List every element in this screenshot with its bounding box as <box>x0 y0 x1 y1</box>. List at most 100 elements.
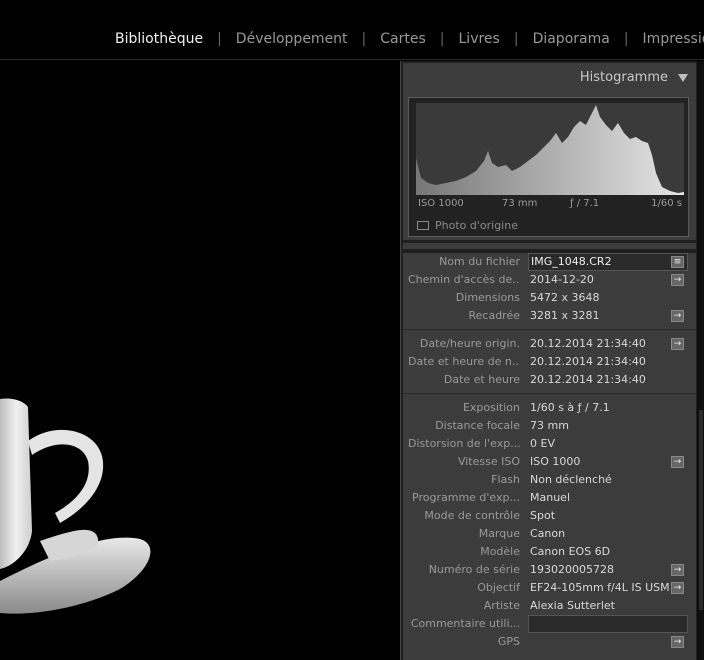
metadata-row: GPS → <box>403 633 696 651</box>
metadata-row: Commentaire utili... <box>403 615 696 633</box>
module-separator: | <box>217 31 222 47</box>
metadata-value: 73 mm <box>530 419 569 432</box>
metadata-label: Nom du fichier <box>439 255 520 268</box>
metadata-value: IMG_1048.CR2 <box>531 255 612 268</box>
list-icon[interactable]: ≡ <box>671 256 684 268</box>
photo-origin-label: Photo d'origine <box>435 219 518 232</box>
metadata-value: 193020005728 <box>530 563 614 576</box>
metadata-row: Date et heure de n... 20.12.2014 21:34:40 <box>403 353 696 371</box>
metadata-value: 20.12.2014 21:34:40 <box>530 337 646 350</box>
histogram-aperture: ƒ / 7.1 <box>570 198 600 209</box>
metadata-row: Dimensions 5472 x 3648 <box>403 289 696 307</box>
histogram-curve <box>416 105 684 195</box>
metadata-label: Commentaire utili... <box>410 617 520 630</box>
module-0[interactable]: Bibliothèque <box>115 31 203 47</box>
metadata-label: Flash <box>491 473 520 486</box>
metadata-list: Nom du fichier IMG_1048.CR2 ≡ Chemin d'accè… <box>403 253 696 660</box>
module-2[interactable]: Cartes <box>380 31 426 47</box>
metadata-row: Modèle Canon EOS 6D <box>403 543 696 561</box>
metadata-label: Recadrée <box>468 309 520 322</box>
metadata-row: Objectif EF24-105mm f/4L IS USM → <box>403 579 696 597</box>
metadata-label: Mode de contrôle <box>424 509 520 522</box>
metadata-label: Date et heure <box>443 373 520 386</box>
module-separator: | <box>361 31 367 47</box>
metadata-value: 5472 x 3648 <box>530 291 600 304</box>
metadata-value: 1/60 s à ƒ / 7.1 <box>530 401 610 414</box>
metadata-value: 0 EV <box>530 437 555 450</box>
module-picker-bar: Bibliothèque | Développement | Cartes | Livres… <box>0 0 704 60</box>
metadata-row: Date et heure 20.12.2014 21:34:40 <box>403 371 696 389</box>
metadata-value: Spot <box>530 509 556 522</box>
metadata-row: Chemin d'accès de... 2014-12-20 → <box>403 271 696 289</box>
histogram-info: ISO 1000 73 mm ƒ / 7.1 1/60 s <box>416 195 684 212</box>
metadata-row: Mode de contrôle Spot <box>403 507 696 525</box>
module-separator: | <box>439 31 445 47</box>
metadata-row: Numéro de série 193020005728 → <box>403 561 696 579</box>
metadata-label: Distorsion de l'exp... <box>408 437 520 450</box>
collapse-triangle-icon[interactable] <box>678 74 688 82</box>
metadata-value: EF24-105mm f/4L IS USM <box>530 581 670 594</box>
module-3[interactable]: Livres <box>459 31 500 47</box>
metadata-value: Canon <box>530 527 566 540</box>
histogram-focal: 73 mm <box>502 198 538 209</box>
histogram-panel: ISO 1000 73 mm ƒ / 7.1 1/60 s Photo d'or… <box>403 90 696 240</box>
arrow-icon[interactable]: → <box>671 636 684 648</box>
metadata-row: Flash Non déclenché <box>403 471 696 489</box>
metadata-value-field[interactable] <box>528 615 688 633</box>
histogram-shutter: 1/60 s <box>651 198 682 209</box>
metadata-label: Chemin d'accès de... <box>408 273 520 286</box>
metadata-value: Non déclenché <box>530 473 612 486</box>
group-separator <box>403 393 696 394</box>
module-5[interactable]: Impression <box>643 31 704 47</box>
arrow-icon[interactable]: → <box>671 582 684 594</box>
metadata-value: Manuel <box>530 491 570 504</box>
metadata-label: Date/heure origin. <box>419 337 520 350</box>
metadata-value: 20.12.2014 21:34:40 <box>530 355 646 368</box>
metadata-value: 20.12.2014 21:34:40 <box>530 373 646 386</box>
histogram-header[interactable]: Histogramme <box>403 63 696 90</box>
metadata-value: 2014-12-20 <box>530 273 594 286</box>
metadata-label: Dimensions <box>455 291 520 304</box>
metadata-row: Vitesse ISO ISO 1000 → <box>403 453 696 471</box>
histogram-graph[interactable] <box>416 103 684 195</box>
image-preview[interactable] <box>0 61 400 660</box>
histogram-title: Histogramme <box>579 70 668 85</box>
metadata-value: 3281 x 3281 <box>530 309 600 322</box>
arrow-icon[interactable]: → <box>671 310 684 322</box>
metadata-row: Recadrée 3281 x 3281 → <box>403 307 696 325</box>
metadata-label: Marque <box>478 527 520 540</box>
metadata-label: GPS <box>497 635 520 648</box>
arrow-icon[interactable]: → <box>671 564 684 576</box>
scrollbar-thumb[interactable] <box>699 410 703 610</box>
histogram-frame: ISO 1000 73 mm ƒ / 7.1 1/60 s Photo d'or… <box>408 97 689 237</box>
metadata-label: Numéro de série <box>428 563 520 576</box>
module-separator: | <box>623 31 629 47</box>
arrow-icon[interactable]: → <box>671 338 684 350</box>
group-separator <box>403 329 696 330</box>
histogram-iso: ISO 1000 <box>418 198 464 209</box>
metadata-row: Distance focale 73 mm <box>403 417 696 435</box>
photo-origin-toggle[interactable]: Photo d'origine <box>416 219 518 232</box>
module-list: Bibliothèque | Développement | Cartes | Livres… <box>115 31 704 47</box>
metadata-label: Modèle <box>480 545 520 558</box>
metadata-label: Artiste <box>483 599 520 612</box>
metadata-row: Nom du fichier IMG_1048.CR2 ≡ <box>403 253 696 271</box>
arrow-icon[interactable]: → <box>671 456 684 468</box>
photo-origin-checkbox[interactable] <box>417 221 429 230</box>
metadata-label: Exposition <box>462 401 520 414</box>
module-4[interactable]: Diaporama <box>533 31 610 47</box>
module-1[interactable]: Développement <box>236 31 348 47</box>
metadata-row: Exposition 1/60 s à ƒ / 7.1 <box>403 399 696 417</box>
arrow-icon[interactable]: → <box>671 274 684 286</box>
metadata-value: Alexia Sutterlet <box>530 599 615 612</box>
metadata-row: Artiste Alexia Sutterlet <box>403 597 696 615</box>
metadata-value: Canon EOS 6D <box>530 545 611 558</box>
metadata-row: Date/heure origin. 20.12.2014 21:34:40 → <box>403 335 696 353</box>
module-separator: | <box>513 31 519 47</box>
metadata-label: Programme d'exp... <box>412 491 520 504</box>
metadata-row: Distorsion de l'exp... 0 EV <box>403 435 696 453</box>
metadata-label: Date et heure de n... <box>408 355 520 368</box>
metadata-value-field[interactable]: IMG_1048.CR2 <box>528 253 688 271</box>
coffee-cup-photo <box>0 398 151 614</box>
metadata-header <box>403 243 696 249</box>
